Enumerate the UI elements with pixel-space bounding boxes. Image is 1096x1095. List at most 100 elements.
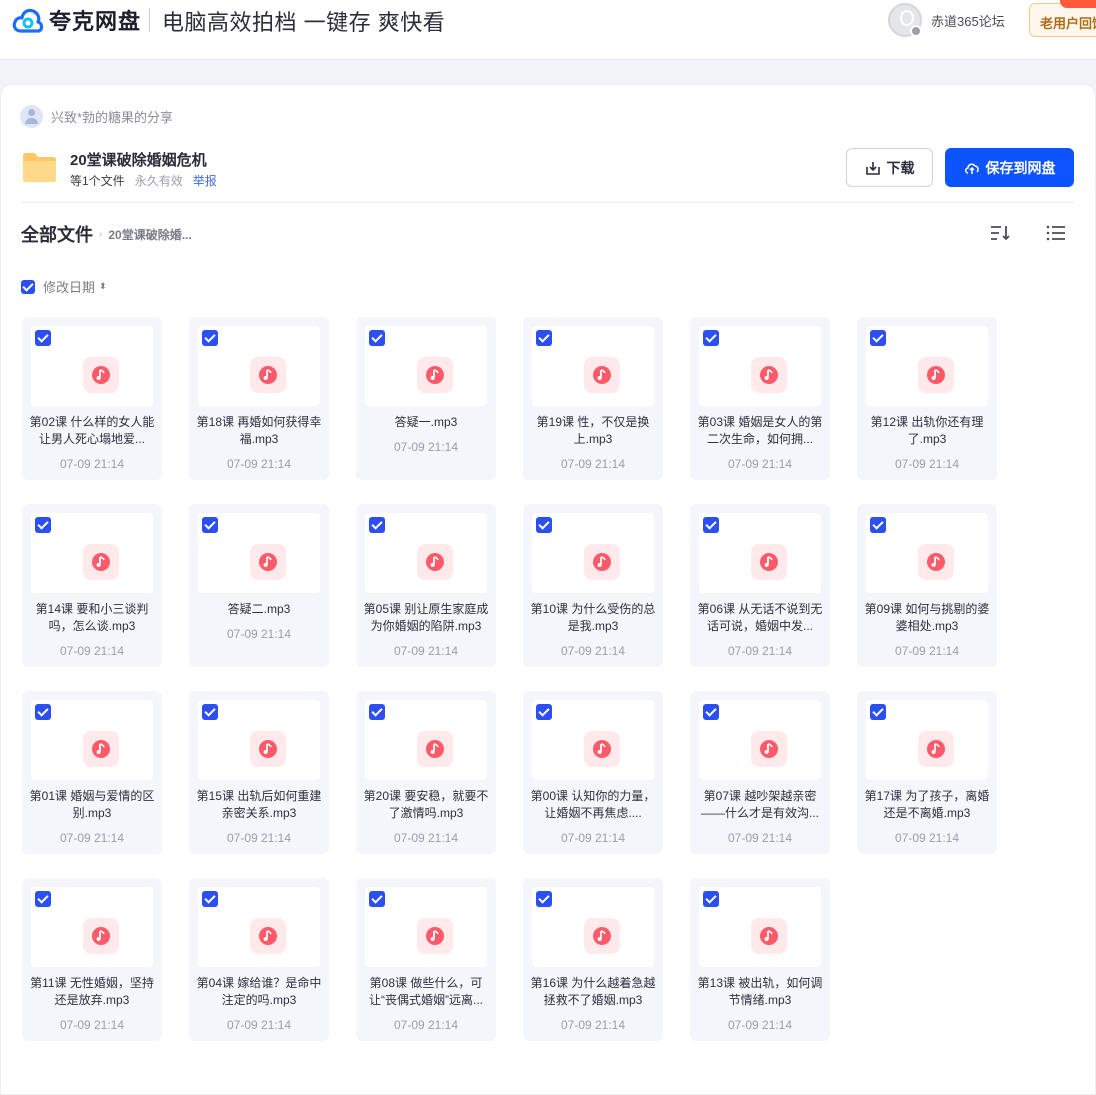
file-card[interactable]: 第02课 什么样的女人能让男人死心塌地爱... 07-09 21:14 — [22, 317, 162, 480]
download-icon — [865, 161, 880, 175]
sort-by-date[interactable]: 修改日期 — [43, 277, 95, 296]
file-card[interactable]: 第03课 婚姻是女人的第二次生命，如何拥... 07-09 21:14 — [690, 317, 830, 480]
file-checkbox[interactable] — [536, 517, 552, 533]
file-card[interactable]: 第19课 性，不仅是换上.mp3 07-09 21:14 — [523, 317, 663, 480]
file-date: 07-09 21:14 — [393, 831, 459, 845]
file-checkbox[interactable] — [369, 891, 385, 907]
save-to-drive-button[interactable]: 保存到网盘 — [945, 148, 1074, 187]
sort-icon[interactable] — [989, 223, 1011, 243]
music-note-icon — [83, 918, 119, 954]
file-card[interactable]: 第11课 无性婚姻，坚持还是放弃.mp3 07-09 21:14 — [22, 878, 162, 1041]
file-card[interactable]: 第13课 被出轨，如何调节情绪.mp3 07-09 21:14 — [690, 878, 830, 1041]
file-card[interactable]: 第00课 认知你的力量，让婚姻不再焦虑.... 07-09 21:14 — [523, 691, 663, 854]
file-date: 07-09 21:14 — [226, 457, 292, 471]
file-card[interactable]: 第04课 嫁给谁？是命中注定的吗.mp3 07-09 21:14 — [189, 878, 329, 1041]
old-user-button[interactable]: 老用户回馈 — [1029, 3, 1096, 37]
file-date: 07-09 21:14 — [727, 1018, 793, 1032]
list-view-icon[interactable] — [1045, 223, 1067, 243]
file-name: 第06课 从无话不说到无话可说，婚姻中发... — [697, 602, 823, 633]
file-checkbox[interactable] — [703, 330, 719, 346]
share-meta: 等1个文件 永久有效 举报 — [70, 172, 217, 189]
file-checkbox[interactable] — [202, 891, 218, 907]
file-checkbox[interactable] — [870, 704, 886, 720]
file-date: 07-09 21:14 — [727, 831, 793, 845]
music-note-icon — [751, 918, 787, 954]
file-name: 第08课 做些什么，可让“丧偶式婚姻”远离... — [369, 976, 483, 1007]
report-link[interactable]: 举报 — [193, 172, 217, 189]
file-card[interactable]: 第09课 如何与挑剔的婆婆相处.mp3 07-09 21:14 — [857, 504, 997, 667]
file-checkbox[interactable] — [536, 330, 552, 346]
logo[interactable]: 夸克网盘 — [12, 4, 141, 36]
file-checkbox[interactable] — [202, 704, 218, 720]
file-checkbox[interactable] — [202, 330, 218, 346]
file-card[interactable]: 第05课 别让原生家庭成为你婚姻的陷阱.mp3 07-09 21:14 — [356, 504, 496, 667]
sort-caret-icon[interactable]: ⬍ — [99, 281, 107, 292]
download-label: 下载 — [886, 159, 915, 176]
file-name: 第19课 性，不仅是换上.mp3 — [536, 415, 650, 446]
file-card[interactable]: 第06课 从无话不说到无话可说，婚姻中发... 07-09 21:14 — [690, 504, 830, 667]
user-menu[interactable]: 赤道365论坛 — [888, 3, 1005, 37]
file-checkbox[interactable] — [35, 704, 51, 720]
download-button[interactable]: 下载 — [846, 148, 933, 187]
file-name: 第07课 越吵架越亲密——什么才是有效沟... — [700, 789, 819, 820]
file-date: 07-09 21:14 — [560, 1018, 626, 1032]
file-card[interactable]: 第01课 婚姻与爱情的区别.mp3 07-09 21:14 — [22, 691, 162, 854]
share-title: 20堂课破除婚姻危机 — [70, 152, 207, 169]
file-checkbox[interactable] — [870, 517, 886, 533]
breadcrumb: 全部文件 › 20堂课破除婚... — [21, 221, 192, 247]
file-checkbox[interactable] — [35, 330, 51, 346]
file-checkbox[interactable] — [369, 330, 385, 346]
file-checkbox[interactable] — [35, 891, 51, 907]
file-checkbox[interactable] — [703, 517, 719, 533]
avatar[interactable] — [888, 3, 922, 37]
file-date: 07-09 21:14 — [894, 644, 960, 658]
file-card[interactable]: 答疑二.mp3 07-09 21:14 — [189, 504, 329, 667]
music-note-icon — [584, 731, 620, 767]
file-name: 第03课 婚姻是女人的第二次生命，如何拥... — [697, 415, 823, 446]
file-date: 07-09 21:14 — [393, 440, 459, 454]
file-card[interactable]: 第10课 为什么受伤的总是我.mp3 07-09 21:14 — [523, 504, 663, 667]
file-checkbox[interactable] — [703, 704, 719, 720]
slogan: 电脑高效拍档 一键存 爽快看 — [162, 10, 446, 35]
file-card[interactable]: 第14课 要和小三谈判吗，怎么谈.mp3 07-09 21:14 — [22, 504, 162, 667]
file-name: 第18课 再婚如何获得幸福.mp3 — [196, 415, 322, 446]
breadcrumb-current: 20堂课破除婚... — [108, 227, 192, 242]
file-name: 第17课 为了孩子，离婚还是不离婚.mp3 — [864, 789, 990, 820]
music-note-icon — [918, 731, 954, 767]
file-card[interactable]: 第07课 越吵架越亲密——什么才是有效沟... 07-09 21:14 — [690, 691, 830, 854]
file-card[interactable]: 第16课 为什么越着急越拯救不了婚姻.mp3 07-09 21:14 — [523, 878, 663, 1041]
file-card[interactable]: 第08课 做些什么，可让“丧偶式婚姻”远离... 07-09 21:14 — [356, 878, 496, 1041]
breadcrumb-arrow-icon: › — [99, 228, 103, 240]
file-date: 07-09 21:14 — [727, 644, 793, 658]
file-name: 第10课 为什么受伤的总是我.mp3 — [530, 602, 656, 633]
file-date: 07-09 21:14 — [59, 831, 125, 845]
breadcrumb-root[interactable]: 全部文件 — [21, 221, 93, 247]
file-card[interactable]: 第15课 出轨后如何重建亲密关系.mp3 07-09 21:14 — [189, 691, 329, 854]
file-card[interactable]: 答疑一.mp3 07-09 21:14 — [356, 317, 496, 480]
file-checkbox[interactable] — [870, 330, 886, 346]
file-name: 答疑一.mp3 — [394, 415, 458, 429]
file-name: 第05课 别让原生家庭成为你婚姻的陷阱.mp3 — [363, 602, 489, 633]
file-checkbox[interactable] — [35, 517, 51, 533]
file-card[interactable]: 第18课 再婚如何获得幸福.mp3 07-09 21:14 — [189, 317, 329, 480]
select-all-checkbox[interactable] — [21, 279, 35, 294]
file-checkbox[interactable] — [536, 704, 552, 720]
folder-icon — [23, 153, 56, 182]
file-date: 07-09 21:14 — [226, 831, 292, 845]
file-card[interactable]: 第17课 为了孩子，离婚还是不离婚.mp3 07-09 21:14 — [857, 691, 997, 854]
music-note-icon — [918, 357, 954, 393]
file-card[interactable]: 第12课 出轨你还有理了.mp3 07-09 21:14 — [857, 317, 997, 480]
music-note-icon — [417, 544, 453, 580]
file-checkbox[interactable] — [536, 891, 552, 907]
file-date: 07-09 21:14 — [560, 831, 626, 845]
file-checkbox[interactable] — [202, 517, 218, 533]
file-checkbox[interactable] — [369, 517, 385, 533]
file-date: 07-09 21:14 — [393, 1018, 459, 1032]
music-note-icon — [250, 544, 286, 580]
sharer-info: 兴致*勃的糖果的分享 — [20, 105, 173, 128]
file-card[interactable]: 第20课 要安稳，就要不了激情吗.mp3 07-09 21:14 — [356, 691, 496, 854]
file-checkbox[interactable] — [369, 704, 385, 720]
file-checkbox[interactable] — [703, 891, 719, 907]
file-name: 第09课 如何与挑剔的婆婆相处.mp3 — [864, 602, 990, 633]
music-note-icon — [250, 731, 286, 767]
